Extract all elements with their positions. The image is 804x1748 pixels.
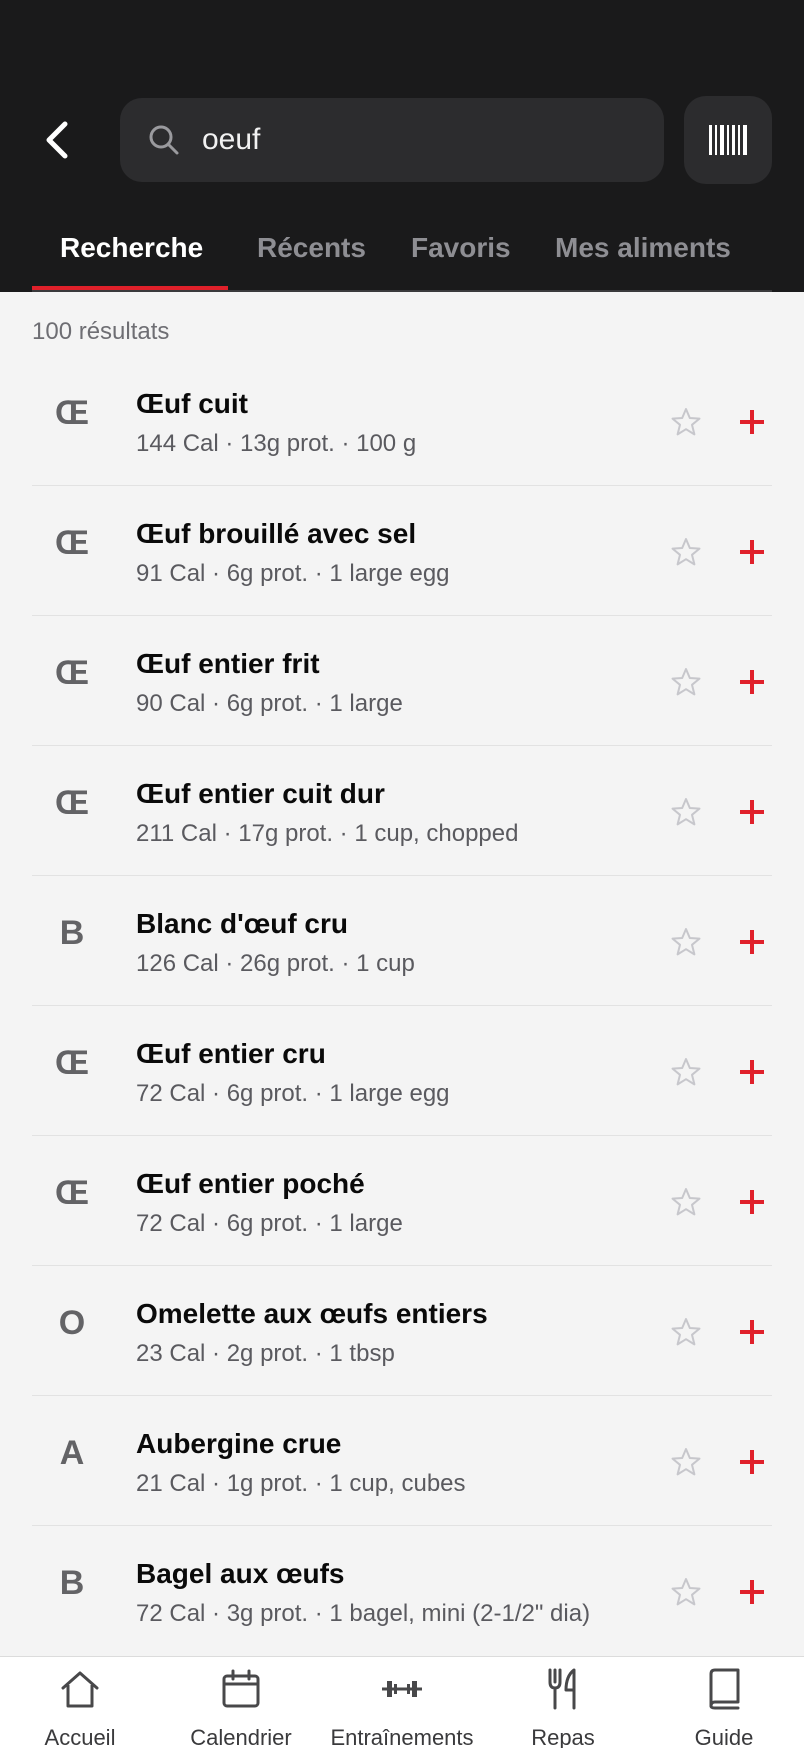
food-name: Aubergine crue bbox=[136, 1428, 342, 1459]
food-result-row[interactable]: Œ Œuf entier frit 90 Cal · 6g prot. · 1 la… bbox=[32, 616, 772, 746]
food-name: Œuf entier frit bbox=[136, 648, 320, 679]
food-initial-avatar: Œ bbox=[55, 524, 89, 562]
favorite-star-icon[interactable] bbox=[666, 662, 706, 702]
barcode-scan-button[interactable] bbox=[684, 96, 772, 184]
favorite-star-icon[interactable] bbox=[666, 1442, 706, 1482]
add-food-plus-icon[interactable] bbox=[732, 532, 772, 572]
nav-label: Repas bbox=[531, 1725, 595, 1748]
results-list: Œ Œuf cuit 144 Cal · 13g prot. · 100 g Œ Œuf… bbox=[32, 356, 772, 1656]
food-nutrition-summary: 90 Cal · 6g prot. · 1 large bbox=[136, 690, 403, 717]
add-food-plus-icon[interactable] bbox=[732, 1052, 772, 1092]
food-initial-avatar: Œ bbox=[55, 1044, 89, 1082]
chevron-left-icon bbox=[46, 121, 68, 159]
add-food-plus-icon[interactable] bbox=[732, 402, 772, 442]
food-initial-avatar: O bbox=[58, 1304, 86, 1342]
favorite-star-icon[interactable] bbox=[666, 1052, 706, 1092]
results-count: 100 résultats bbox=[32, 318, 170, 345]
search-input[interactable] bbox=[202, 123, 622, 157]
food-nutrition-summary: 72 Cal · 6g prot. · 1 large bbox=[136, 1210, 403, 1237]
search-bar[interactable] bbox=[120, 98, 664, 182]
food-initial-avatar: A bbox=[59, 1434, 85, 1472]
nav-label: Guide bbox=[694, 1725, 754, 1748]
calendar-icon bbox=[219, 1667, 263, 1711]
food-nutrition-summary: 126 Cal · 26g prot. · 1 cup bbox=[136, 950, 415, 977]
food-result-row[interactable]: Œ Œuf cuit 144 Cal · 13g prot. · 100 g bbox=[32, 356, 772, 486]
favorite-star-icon[interactable] bbox=[666, 1572, 706, 1612]
food-nutrition-summary: 72 Cal · 6g prot. · 1 large egg bbox=[136, 1080, 450, 1107]
favorite-star-icon[interactable] bbox=[666, 532, 706, 572]
food-nutrition-summary: 21 Cal · 1g prot. · 1 cup, cubes bbox=[136, 1470, 466, 1497]
food-name: Œuf brouillé avec sel bbox=[136, 518, 417, 549]
search-icon bbox=[148, 124, 180, 156]
bottom-navigation: Accueil Calendrier Entraînements Repas G… bbox=[0, 1656, 804, 1748]
food-result-row[interactable]: Œ Œuf entier poché 72 Cal · 6g prot. · 1 l… bbox=[32, 1136, 772, 1266]
favorite-star-icon[interactable] bbox=[666, 922, 706, 962]
back-button[interactable] bbox=[36, 112, 80, 168]
nav-label: Entraînements bbox=[330, 1725, 474, 1748]
add-food-plus-icon[interactable] bbox=[732, 662, 772, 702]
food-result-row[interactable]: Œ Œuf entier cuit dur 211 Cal · 17g prot. … bbox=[32, 746, 772, 876]
food-name: Œuf entier cru bbox=[136, 1038, 326, 1069]
active-tab-indicator bbox=[32, 286, 228, 290]
nav-label: Calendrier bbox=[190, 1725, 292, 1748]
food-result-row[interactable]: B Blanc d'œuf cru 126 Cal · 26g prot. · 1 … bbox=[32, 876, 772, 1006]
favorite-star-icon[interactable] bbox=[666, 792, 706, 832]
food-nutrition-summary: 211 Cal · 17g prot. · 1 cup, chopped bbox=[136, 820, 519, 847]
nav-accueil[interactable]: Accueil bbox=[0, 1657, 160, 1748]
favorite-star-icon[interactable] bbox=[666, 1182, 706, 1222]
add-food-plus-icon[interactable] bbox=[732, 1572, 772, 1612]
food-initial-avatar: Œ bbox=[55, 654, 89, 692]
favorite-star-icon[interactable] bbox=[666, 402, 706, 442]
nav-guide[interactable]: Guide bbox=[644, 1657, 804, 1748]
add-food-plus-icon[interactable] bbox=[732, 1312, 772, 1352]
tab-favoris[interactable]: Favoris bbox=[411, 232, 511, 264]
food-initial-avatar: Œ bbox=[55, 394, 89, 432]
food-name: Blanc d'œuf cru bbox=[136, 908, 348, 939]
add-food-plus-icon[interactable] bbox=[732, 1442, 772, 1482]
food-initial-avatar: B bbox=[59, 1564, 85, 1602]
food-name: Œuf cuit bbox=[136, 388, 248, 419]
nav-repas[interactable]: Repas bbox=[483, 1657, 643, 1748]
add-food-plus-icon[interactable] bbox=[732, 1182, 772, 1222]
barcode-icon bbox=[709, 125, 747, 155]
food-result-row[interactable]: Œ Œuf entier cru 72 Cal · 6g prot. · 1 lar… bbox=[32, 1006, 772, 1136]
food-initial-avatar: B bbox=[59, 914, 85, 952]
food-result-row[interactable]: B Bagel aux œufs 72 Cal · 3g prot. · 1 bag… bbox=[32, 1526, 772, 1656]
favorite-star-icon[interactable] bbox=[666, 1312, 706, 1352]
home-icon bbox=[58, 1667, 102, 1711]
tab-recents[interactable]: Récents bbox=[257, 232, 366, 264]
food-result-row[interactable]: Œ Œuf brouillé avec sel 91 Cal · 6g prot. … bbox=[32, 486, 772, 616]
food-name: Œuf entier poché bbox=[136, 1168, 365, 1199]
tab-mes-aliments[interactable]: Mes aliments bbox=[555, 232, 731, 264]
fork-knife-icon bbox=[541, 1667, 585, 1711]
food-initial-avatar: Œ bbox=[55, 1174, 89, 1212]
dumbbell-icon bbox=[380, 1667, 424, 1711]
book-icon bbox=[702, 1667, 746, 1711]
food-nutrition-summary: 91 Cal · 6g prot. · 1 large egg bbox=[136, 560, 450, 587]
app-header: Recherche Récents Favoris Mes aliments bbox=[0, 0, 804, 292]
food-initial-avatar: Œ bbox=[55, 784, 89, 822]
food-result-row[interactable]: A Aubergine crue 21 Cal · 1g prot. · 1 cup… bbox=[32, 1396, 772, 1526]
food-nutrition-summary: 144 Cal · 13g prot. · 100 g bbox=[136, 430, 417, 457]
nav-label: Accueil bbox=[44, 1725, 116, 1748]
food-nutrition-summary: 72 Cal · 3g prot. · 1 bagel, mini (2-1/2… bbox=[136, 1600, 591, 1627]
food-nutrition-summary: 23 Cal · 2g prot. · 1 tbsp bbox=[136, 1340, 395, 1367]
add-food-plus-icon[interactable] bbox=[732, 922, 772, 962]
nav-entrainements[interactable]: Entraînements bbox=[322, 1657, 482, 1748]
tab-bar: Recherche Récents Favoris Mes aliments bbox=[32, 222, 772, 292]
tab-recherche[interactable]: Recherche bbox=[60, 232, 203, 264]
food-name: Bagel aux œufs bbox=[136, 1558, 345, 1589]
nav-calendrier[interactable]: Calendrier bbox=[161, 1657, 321, 1748]
add-food-plus-icon[interactable] bbox=[732, 792, 772, 832]
food-name: Œuf entier cuit dur bbox=[136, 778, 385, 809]
food-result-row[interactable]: O Omelette aux œufs entiers 23 Cal · 2g pr… bbox=[32, 1266, 772, 1396]
food-name: Omelette aux œufs entiers bbox=[136, 1298, 488, 1329]
